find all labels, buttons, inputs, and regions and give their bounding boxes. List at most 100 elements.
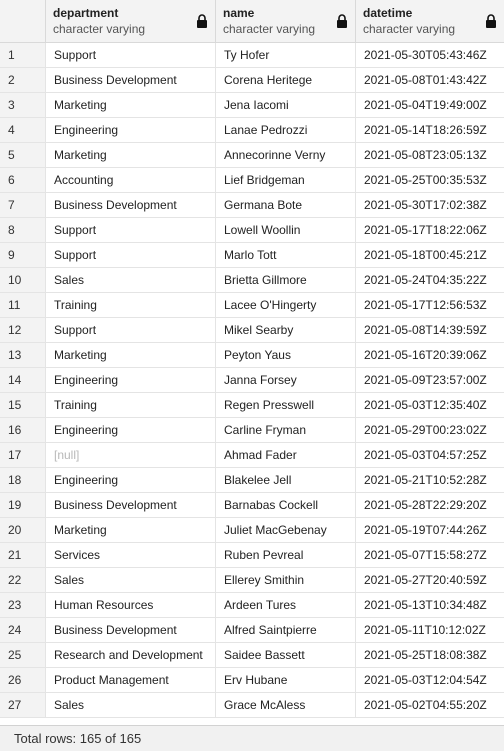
row-number-cell[interactable]: 23 xyxy=(0,593,46,617)
row-number-cell[interactable]: 18 xyxy=(0,468,46,492)
department-cell[interactable]: Support xyxy=(46,43,216,67)
datetime-cell[interactable]: 2021-05-13T10:34:48Z xyxy=(356,593,504,617)
row-number-cell[interactable]: 3 xyxy=(0,93,46,117)
table-row[interactable]: 5 Marketing Annecorinne Verny 2021-05-08T23… xyxy=(0,143,504,168)
department-cell[interactable]: Engineering xyxy=(46,118,216,142)
row-number-cell[interactable]: 4 xyxy=(0,118,46,142)
row-number-cell[interactable]: 22 xyxy=(0,568,46,592)
department-cell[interactable]: Product Management xyxy=(46,668,216,692)
row-number-cell[interactable]: 27 xyxy=(0,693,46,717)
name-cell[interactable]: Carline Fryman xyxy=(216,418,356,442)
name-cell[interactable]: Blakelee Jell xyxy=(216,468,356,492)
department-cell[interactable]: Support xyxy=(46,218,216,242)
column-header-datetime[interactable]: datetime character varying xyxy=(356,0,504,42)
department-cell[interactable]: Business Development xyxy=(46,68,216,92)
department-cell[interactable]: Training xyxy=(46,293,216,317)
row-number-cell[interactable]: 7 xyxy=(0,193,46,217)
name-cell[interactable]: Lanae Pedrozzi xyxy=(216,118,356,142)
table-row[interactable]: 26 Product Management Erv Hubane 2021-05-03… xyxy=(0,668,504,693)
datetime-cell[interactable]: 2021-05-07T15:58:27Z xyxy=(356,543,504,567)
department-cell[interactable]: Training xyxy=(46,393,216,417)
table-row[interactable]: 11 Training Lacee O'Hingerty 2021-05-17T12:… xyxy=(0,293,504,318)
row-number-cell[interactable]: 17 xyxy=(0,443,46,467)
table-row[interactable]: 2 Business Development Corena Heritege 2021… xyxy=(0,68,504,93)
name-cell[interactable]: Saidee Bassett xyxy=(216,643,356,667)
department-cell[interactable]: Engineering xyxy=(46,368,216,392)
department-cell[interactable]: Business Development xyxy=(46,193,216,217)
table-row[interactable]: 24 Business Development Alfred Saintpierre… xyxy=(0,618,504,643)
datetime-cell[interactable]: 2021-05-09T23:57:00Z xyxy=(356,368,504,392)
department-cell[interactable]: Marketing xyxy=(46,143,216,167)
name-cell[interactable]: Regen Presswell xyxy=(216,393,356,417)
datetime-cell[interactable]: 2021-05-25T18:08:38Z xyxy=(356,643,504,667)
datetime-cell[interactable]: 2021-05-28T22:29:20Z xyxy=(356,493,504,517)
table-row[interactable]: 15 Training Regen Presswell 2021-05-03T12:3… xyxy=(0,393,504,418)
datetime-cell[interactable]: 2021-05-30T17:02:38Z xyxy=(356,193,504,217)
department-cell[interactable]: Sales xyxy=(46,568,216,592)
name-cell[interactable]: Ahmad Fader xyxy=(216,443,356,467)
datetime-cell[interactable]: 2021-05-29T00:23:02Z xyxy=(356,418,504,442)
name-cell[interactable]: Alfred Saintpierre xyxy=(216,618,356,642)
table-row[interactable]: 19 Business Development Barnabas Cockell 20… xyxy=(0,493,504,518)
table-row[interactable]: 9 Support Marlo Tott 2021-05-18T00:45:21Z xyxy=(0,243,504,268)
name-cell[interactable]: Ellerey Smithin xyxy=(216,568,356,592)
name-cell[interactable]: Peyton Yaus xyxy=(216,343,356,367)
name-cell[interactable]: Corena Heritege xyxy=(216,68,356,92)
column-header-name[interactable]: name character varying xyxy=(216,0,356,42)
name-cell[interactable]: Ty Hofer xyxy=(216,43,356,67)
table-row[interactable]: 4 Engineering Lanae Pedrozzi 2021-05-14T18:… xyxy=(0,118,504,143)
name-cell[interactable]: Erv Hubane xyxy=(216,668,356,692)
datetime-cell[interactable]: 2021-05-17T18:22:06Z xyxy=(356,218,504,242)
row-number-cell[interactable]: 15 xyxy=(0,393,46,417)
row-number-cell[interactable]: 8 xyxy=(0,218,46,242)
row-number-cell[interactable]: 12 xyxy=(0,318,46,342)
department-cell[interactable]: Services xyxy=(46,543,216,567)
row-number-cell[interactable]: 11 xyxy=(0,293,46,317)
name-cell[interactable]: Jena Iacomi xyxy=(216,93,356,117)
row-number-cell[interactable]: 25 xyxy=(0,643,46,667)
row-number-cell[interactable]: 9 xyxy=(0,243,46,267)
table-row[interactable]: 10 Sales Brietta Gillmore 2021-05-24T04:35:… xyxy=(0,268,504,293)
table-row[interactable]: 18 Engineering Blakelee Jell 2021-05-21T10:… xyxy=(0,468,504,493)
table-row[interactable]: 1 Support Ty Hofer 2021-05-30T05:43:46Z xyxy=(0,43,504,68)
column-header-department[interactable]: department character varying xyxy=(46,0,216,42)
department-cell[interactable]: Sales xyxy=(46,693,216,717)
department-cell[interactable]: Accounting xyxy=(46,168,216,192)
table-row[interactable]: 13 Marketing Peyton Yaus 2021-05-16T20:39:0… xyxy=(0,343,504,368)
department-cell[interactable]: Human Resources xyxy=(46,593,216,617)
datetime-cell[interactable]: 2021-05-08T01:43:42Z xyxy=(356,68,504,92)
table-row[interactable]: 12 Support Mikel Searby 2021-05-08T14:39:59… xyxy=(0,318,504,343)
row-number-cell[interactable]: 5 xyxy=(0,143,46,167)
datetime-cell[interactable]: 2021-05-21T10:52:28Z xyxy=(356,468,504,492)
row-number-cell[interactable]: 2 xyxy=(0,68,46,92)
row-number-cell[interactable]: 6 xyxy=(0,168,46,192)
department-cell[interactable]: Research and Development xyxy=(46,643,216,667)
name-cell[interactable]: Marlo Tott xyxy=(216,243,356,267)
department-cell[interactable]: Engineering xyxy=(46,418,216,442)
table-row[interactable]: 17 [null] Ahmad Fader 2021-05-03T04:57:25Z xyxy=(0,443,504,468)
table-row[interactable]: 21 Services Ruben Pevreal 2021-05-07T15:58:… xyxy=(0,543,504,568)
table-row[interactable]: 27 Sales Grace McAless 2021-05-02T04:55:20Z xyxy=(0,693,504,718)
table-row[interactable]: 7 Business Development Germana Bote 2021-05… xyxy=(0,193,504,218)
table-row[interactable]: 3 Marketing Jena Iacomi 2021-05-04T19:49:00… xyxy=(0,93,504,118)
row-number-cell[interactable]: 26 xyxy=(0,668,46,692)
datetime-cell[interactable]: 2021-05-14T18:26:59Z xyxy=(356,118,504,142)
datetime-cell[interactable]: 2021-05-24T04:35:22Z xyxy=(356,268,504,292)
datetime-cell[interactable]: 2021-05-03T12:04:54Z xyxy=(356,668,504,692)
row-number-cell[interactable]: 1 xyxy=(0,43,46,67)
name-cell[interactable]: Grace McAless xyxy=(216,693,356,717)
name-cell[interactable]: Ardeen Tures xyxy=(216,593,356,617)
row-number-cell[interactable]: 24 xyxy=(0,618,46,642)
name-cell[interactable]: Juliet MacGebenay xyxy=(216,518,356,542)
name-cell[interactable]: Lief Bridgeman xyxy=(216,168,356,192)
row-number-cell[interactable]: 10 xyxy=(0,268,46,292)
datetime-cell[interactable]: 2021-05-27T20:40:59Z xyxy=(356,568,504,592)
department-cell[interactable]: Business Development xyxy=(46,493,216,517)
name-cell[interactable]: Lacee O'Hingerty xyxy=(216,293,356,317)
department-cell[interactable]: [null] xyxy=(46,443,216,467)
name-cell[interactable]: Janna Forsey xyxy=(216,368,356,392)
datetime-cell[interactable]: 2021-05-17T12:56:53Z xyxy=(356,293,504,317)
department-cell[interactable]: Marketing xyxy=(46,93,216,117)
datetime-cell[interactable]: 2021-05-03T04:57:25Z xyxy=(356,443,504,467)
table-row[interactable]: 16 Engineering Carline Fryman 2021-05-29T00… xyxy=(0,418,504,443)
